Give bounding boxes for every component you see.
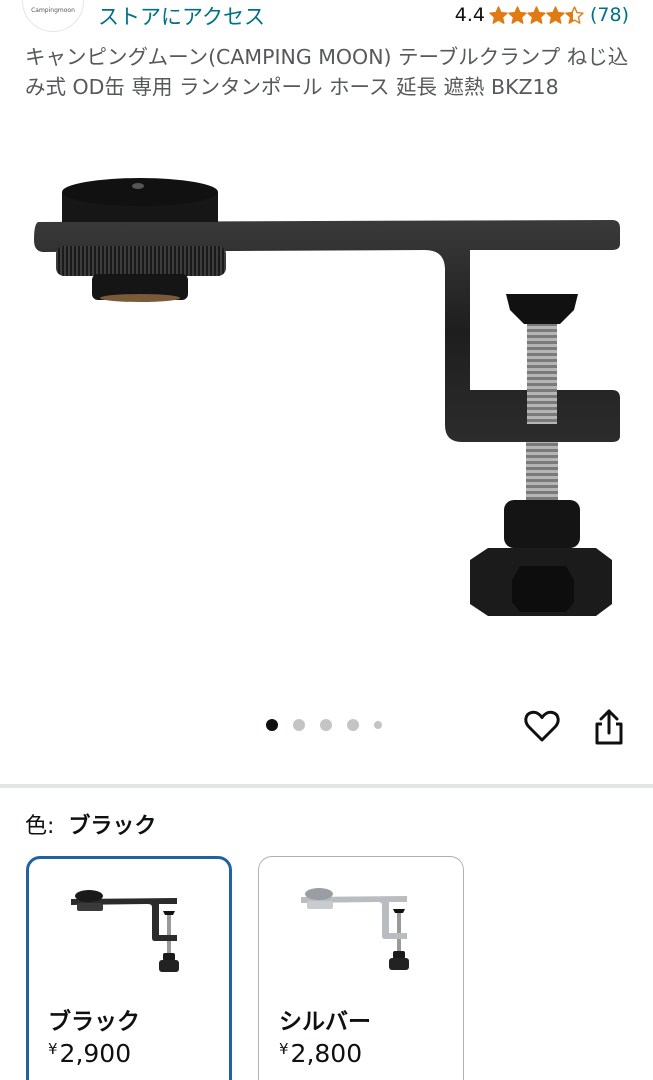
- star-icon: [565, 5, 584, 24]
- star-icon: [489, 5, 508, 24]
- currency-symbol: ¥: [279, 1040, 289, 1058]
- black-variant-thumbnail: [71, 890, 179, 972]
- rating-stars: [489, 5, 584, 25]
- share-icon: [595, 709, 623, 745]
- wishlist-button[interactable]: [524, 706, 560, 746]
- pagination-dot[interactable]: [293, 719, 305, 731]
- pagination-dot[interactable]: [320, 719, 332, 731]
- color-label-key: 色:: [25, 814, 55, 839]
- store-logo-text: Campingmoon: [31, 7, 75, 14]
- currency-symbol: ¥: [48, 1040, 58, 1058]
- star-icon: [527, 5, 546, 24]
- store-logo[interactable]: Campingmoon: [22, 0, 84, 32]
- color-option-silver[interactable]: シルバー ¥2,800: [258, 856, 464, 1080]
- product-image: [34, 178, 620, 616]
- price-value: 2,900: [59, 1039, 132, 1068]
- rating-count[interactable]: (78): [590, 4, 629, 26]
- store-header: Campingmoon ストアにアクセス 4.4 (78): [0, 0, 653, 34]
- section-divider: [0, 784, 653, 788]
- pagination-dot[interactable]: [347, 719, 359, 731]
- star-icon: [508, 5, 527, 24]
- star-icon: [546, 5, 565, 24]
- rating-value: 4.4: [454, 4, 485, 26]
- color-option-black[interactable]: ブラック ¥2,900: [26, 856, 232, 1080]
- color-selector-label: 色: ブラック: [25, 808, 156, 840]
- image-pagination[interactable]: [266, 719, 397, 731]
- color-option-name: シルバー: [279, 1009, 371, 1035]
- color-option-name: ブラック: [48, 1009, 140, 1035]
- color-selected-value: ブラック: [68, 814, 157, 839]
- color-option-price: ¥2,800: [279, 1039, 362, 1068]
- pagination-dot[interactable]: [374, 721, 382, 729]
- rating-summary[interactable]: 4.4 (78): [455, 4, 629, 26]
- share-button[interactable]: [592, 707, 626, 747]
- heart-icon: [524, 710, 560, 742]
- price-value: 2,800: [290, 1039, 363, 1068]
- pagination-dot[interactable]: [266, 719, 278, 731]
- visit-store-link[interactable]: ストアにアクセス: [98, 1, 265, 31]
- silver-variant-thumbnail: [301, 888, 409, 970]
- product-title: キャンピングムーン(CAMPING MOON) テーブルクランプ ねじ込み式 O…: [25, 45, 629, 99]
- color-option-price: ¥2,900: [48, 1039, 131, 1068]
- product-image-gallery[interactable]: [0, 140, 653, 700]
